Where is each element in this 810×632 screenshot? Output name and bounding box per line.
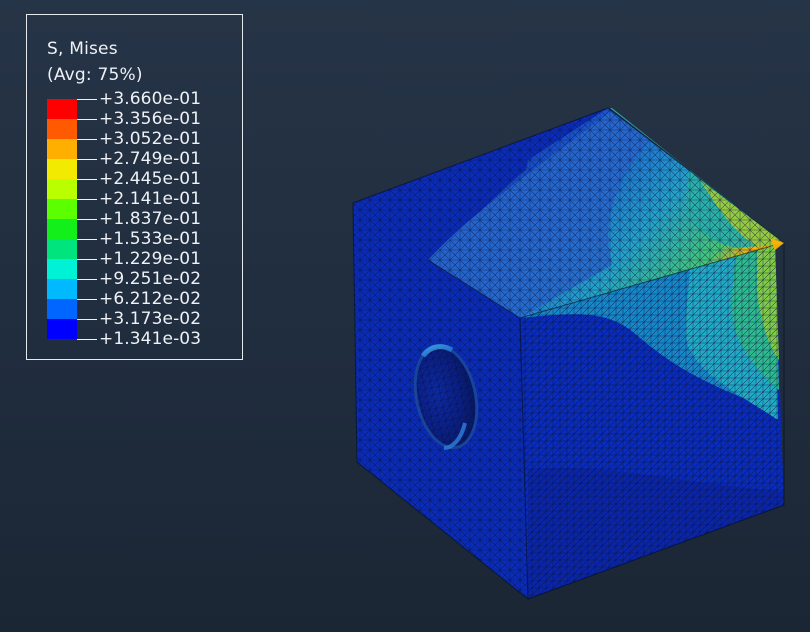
legend-swatch	[47, 279, 77, 299]
legend-tick	[77, 279, 97, 280]
legend-tick-label: +2.749e-01	[99, 149, 202, 169]
legend-tick-label: +1.341e-03	[99, 329, 202, 349]
legend-swatch	[47, 99, 77, 119]
legend-tick	[77, 259, 97, 260]
legend-title: S, Mises	[47, 39, 118, 59]
legend-tick-label: +3.173e-02	[99, 309, 202, 329]
legend-tick	[77, 139, 97, 140]
legend-subtitle: (Avg: 75%)	[47, 65, 143, 85]
legend-tick	[77, 199, 97, 200]
legend-swatch	[47, 199, 77, 219]
legend-tick-label: +2.141e-01	[99, 189, 202, 209]
legend-tick-label: +2.445e-01	[99, 169, 202, 189]
legend-swatch	[47, 159, 77, 179]
legend-tick-label: +1.533e-01	[99, 229, 202, 249]
legend-tick-label: +3.052e-01	[99, 129, 202, 149]
legend-swatch	[47, 299, 77, 319]
legend-tick	[77, 159, 97, 160]
legend-swatch	[47, 239, 77, 259]
model-viewport[interactable]: S, Mises (Avg: 75%) +3.660e-01 +3.356e-01…	[0, 0, 810, 632]
legend-swatch	[47, 139, 77, 159]
legend-tick-label: +3.356e-01	[99, 109, 202, 129]
legend-tick-label: +3.660e-01	[99, 89, 202, 109]
legend-tick-label: +1.229e-01	[99, 249, 202, 269]
legend-tick	[77, 179, 97, 180]
legend-swatch	[47, 219, 77, 239]
legend-tick	[77, 299, 97, 300]
legend-swatch	[47, 119, 77, 139]
legend-tick	[77, 339, 97, 340]
legend-swatch	[47, 179, 77, 199]
legend-tick-label: +6.212e-02	[99, 289, 202, 309]
legend-tick	[77, 239, 97, 240]
legend-tick-label: +1.837e-01	[99, 209, 202, 229]
legend-swatch	[47, 259, 77, 279]
legend-tick-label: +9.251e-02	[99, 269, 202, 289]
legend-scale: +3.660e-01 +3.356e-01 +3.052e-01 +2.749e-01…	[47, 90, 237, 355]
contour-legend: S, Mises (Avg: 75%) +3.660e-01 +3.356e-01…	[26, 14, 243, 360]
legend-swatch	[47, 319, 77, 339]
legend-tick	[77, 119, 97, 120]
legend-tick	[77, 99, 97, 100]
legend-tick	[77, 219, 97, 220]
legend-tick	[77, 319, 97, 320]
